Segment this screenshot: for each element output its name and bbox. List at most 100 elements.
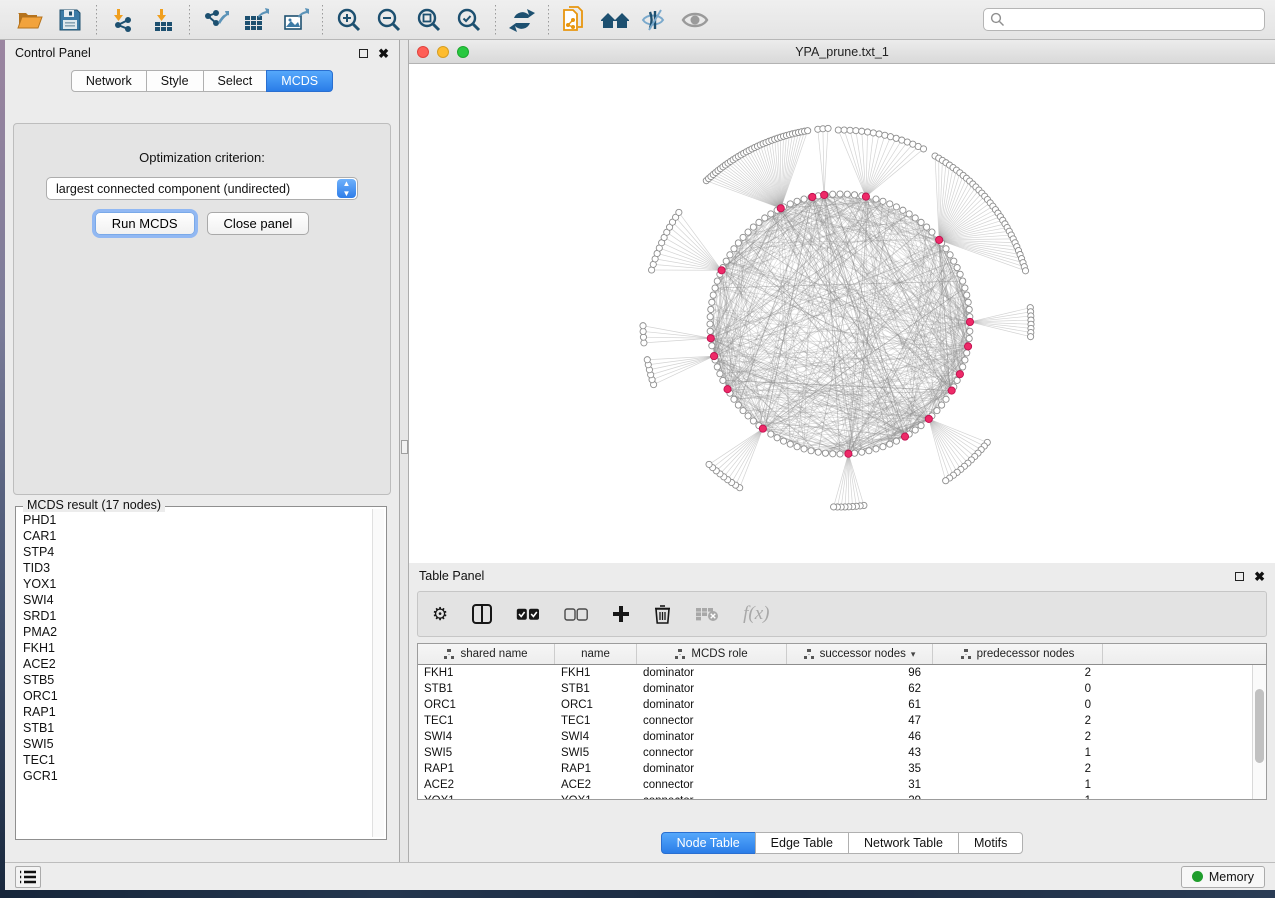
table-cell[interactable]: dominator (637, 697, 787, 713)
graph-node[interactable] (745, 229, 751, 235)
column-header-name[interactable]: name (555, 644, 637, 664)
mcds-result-item[interactable]: PHD1 (23, 512, 372, 528)
mcds-result-item[interactable]: STB1 (23, 720, 372, 736)
table-scrollbar[interactable] (1252, 665, 1266, 799)
mcds-list-scrollbar[interactable] (372, 509, 384, 837)
table-row[interactable]: FKH1FKH1dominator962 (418, 665, 1266, 681)
mcds-result-item[interactable]: SWI4 (23, 592, 372, 608)
tab-network[interactable]: Network (71, 70, 147, 92)
table-cell[interactable]: 2 (933, 761, 1103, 777)
graph-node[interactable] (880, 444, 886, 450)
graph-node[interactable] (709, 299, 715, 305)
graph-node[interactable] (887, 201, 893, 207)
table-cell[interactable]: 47 (787, 713, 933, 729)
network-canvas[interactable] (409, 64, 1275, 563)
search-input[interactable] (1005, 13, 1258, 27)
show-graphics-button[interactable] (675, 3, 715, 37)
graph-node[interactable] (644, 357, 650, 363)
graph-hub-node[interactable] (956, 371, 963, 378)
graph-node[interactable] (731, 396, 737, 402)
graph-hub-node[interactable] (821, 191, 828, 198)
table-cell[interactable]: connector (637, 793, 787, 799)
table-cell[interactable]: SWI5 (555, 745, 637, 761)
graph-node[interactable] (960, 278, 966, 284)
graph-node[interactable] (873, 446, 879, 452)
delete-table-button[interactable] (695, 606, 719, 622)
table-cell[interactable]: 2 (933, 665, 1103, 681)
graph-node[interactable] (866, 448, 872, 454)
graph-node[interactable] (712, 285, 718, 291)
graph-node[interactable] (880, 198, 886, 204)
column-header-mcds-role[interactable]: MCDS role (637, 644, 787, 664)
function-builder-button[interactable]: f(x) (743, 603, 769, 625)
column-header-predecessor-nodes[interactable]: predecessor nodes (933, 644, 1103, 664)
graph-node[interactable] (801, 196, 807, 202)
mcds-result-item[interactable]: PMA2 (23, 624, 372, 640)
graph-node[interactable] (893, 204, 899, 210)
graph-node[interactable] (934, 408, 940, 414)
tab-motifs[interactable]: Motifs (958, 832, 1023, 854)
table-scrollbar-thumb[interactable] (1255, 689, 1264, 763)
graph-node[interactable] (727, 252, 733, 258)
graph-node[interactable] (835, 127, 841, 133)
mcds-result-item[interactable]: ORC1 (23, 688, 372, 704)
table-cell[interactable]: 1 (933, 745, 1103, 761)
graph-node[interactable] (900, 207, 906, 213)
table-cell[interactable]: FKH1 (418, 665, 555, 681)
graph-hub-node[interactable] (925, 415, 932, 422)
graph-node[interactable] (787, 201, 793, 207)
graph-node[interactable] (801, 446, 807, 452)
graph-hub-node[interactable] (759, 425, 766, 432)
hide-graphics-button[interactable] (635, 3, 675, 37)
graph-node[interactable] (735, 402, 741, 408)
delete-column-button[interactable] (654, 604, 671, 624)
table-cell[interactable]: dominator (637, 729, 787, 745)
graph-hub-node[interactable] (964, 343, 971, 350)
graph-node[interactable] (873, 196, 879, 202)
table-row[interactable]: SWI4SWI4dominator462 (418, 729, 1266, 745)
export-network-button[interactable] (196, 3, 236, 37)
graph-node[interactable] (1022, 268, 1028, 274)
splitter-handle[interactable] (401, 440, 408, 454)
graph-node[interactable] (731, 246, 737, 252)
memory-button[interactable]: Memory (1181, 866, 1265, 888)
graph-node[interactable] (853, 128, 859, 134)
table-cell[interactable]: 2 (933, 729, 1103, 745)
apply-layout-button[interactable] (502, 3, 542, 37)
graph-node[interactable] (641, 340, 647, 346)
graph-node[interactable] (787, 441, 793, 447)
graph-node[interactable] (912, 427, 918, 433)
go-home-button[interactable] (595, 3, 635, 37)
table-cell[interactable]: 43 (787, 745, 933, 761)
table-cell[interactable]: ORC1 (418, 697, 555, 713)
graph-node[interactable] (1027, 334, 1033, 340)
graph-node[interactable] (929, 229, 935, 235)
mcds-result-item[interactable]: CAR1 (23, 528, 372, 544)
table-row[interactable]: STB1STB1dominator620 (418, 681, 1266, 697)
graph-node[interactable] (723, 258, 729, 264)
table-cell[interactable]: YOX1 (555, 793, 637, 799)
graph-hub-node[interactable] (966, 318, 973, 325)
graph-node[interactable] (714, 364, 720, 370)
table-row[interactable]: RAP1RAP1dominator352 (418, 761, 1266, 777)
table-row[interactable]: ORC1ORC1dominator610 (418, 697, 1266, 713)
graph-node[interactable] (847, 127, 853, 133)
graph-hub-node[interactable] (809, 193, 816, 200)
graph-node[interactable] (966, 306, 972, 312)
graph-hub-node[interactable] (724, 386, 731, 393)
table-cell[interactable]: ORC1 (555, 697, 637, 713)
export-table-button[interactable] (236, 3, 276, 37)
graph-node[interactable] (794, 198, 800, 204)
tab-style[interactable]: Style (146, 70, 204, 92)
table-cell[interactable]: dominator (637, 681, 787, 697)
table-cell[interactable]: STB1 (418, 681, 555, 697)
tab-network-table[interactable]: Network Table (848, 832, 959, 854)
table-cell[interactable]: ACE2 (555, 777, 637, 793)
table-row[interactable]: TEC1TEC1connector472 (418, 713, 1266, 729)
table-cell[interactable]: SWI4 (555, 729, 637, 745)
table-cell[interactable]: connector (637, 745, 787, 761)
graph-node[interactable] (924, 224, 930, 230)
graph-node[interactable] (714, 278, 720, 284)
graph-node[interactable] (951, 258, 957, 264)
graph-node[interactable] (844, 191, 850, 197)
